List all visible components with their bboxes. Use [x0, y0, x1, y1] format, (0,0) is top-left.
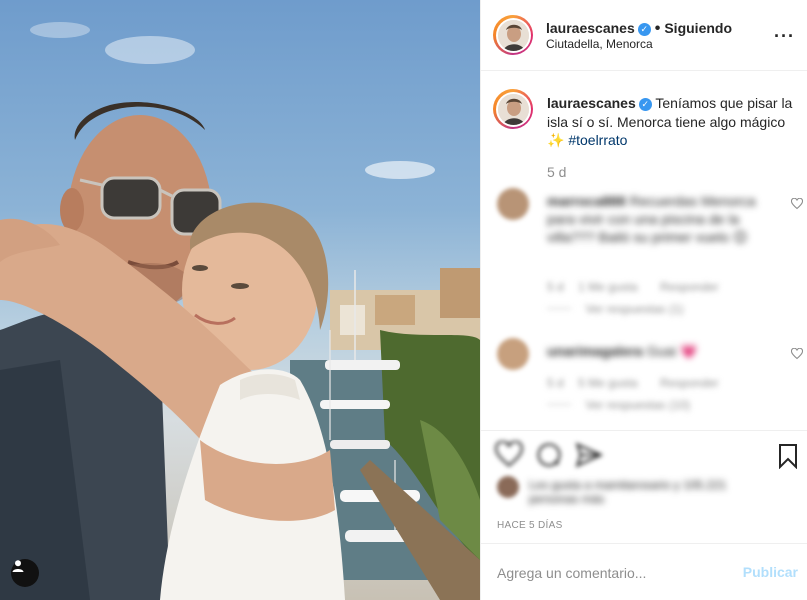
more-dots-icon[interactable]: ···	[774, 26, 795, 47]
post-location[interactable]: Ciutadella, Menorca	[546, 37, 653, 51]
user-icon	[12, 560, 24, 572]
comment-meta: 5 d 5 Me gusta Responder	[547, 374, 719, 392]
comment-time: 5 d	[547, 280, 564, 294]
post-caption: lauraescanes ✓ Teníamos que pisar la isla…	[547, 94, 799, 150]
add-comment-bar: Publicar	[481, 543, 807, 600]
likes-summary[interactable]: Les gusta a mamitarosario y 105.221 pers…	[529, 478, 729, 506]
view-replies-label[interactable]: Ver respuestas (1)	[585, 302, 683, 316]
comment-reply-button[interactable]: Responder	[660, 376, 719, 390]
hashtag-link[interactable]: #toelrrato	[568, 132, 627, 148]
avatar-image	[497, 19, 529, 51]
comment-reply-button[interactable]: Responder	[660, 280, 719, 294]
caption-username[interactable]: lauraescanes	[547, 95, 636, 111]
separator-dot: •	[654, 20, 661, 37]
verified-icon: ✓	[637, 23, 651, 36]
photo-illustration	[0, 22, 480, 600]
likes-text: Les gusta a mamitarosario y 105.221 pers…	[529, 478, 727, 506]
heart-icon[interactable]	[791, 348, 803, 360]
comment-body: unarimagalera Guai 💗	[547, 342, 769, 360]
comment-username[interactable]: unarimagalera	[547, 343, 643, 359]
author-username[interactable]: lauraescanes	[546, 20, 635, 36]
comment-text: Guai	[646, 343, 677, 359]
comment-avatar[interactable]	[497, 338, 529, 370]
comment-emoji: 💗	[680, 343, 698, 359]
post-photo[interactable]	[0, 0, 480, 600]
comment-avatar[interactable]	[497, 188, 529, 220]
post-details-panel: lauraescanes ✓ • Siguiendo Ciutadella, Meno…	[480, 0, 807, 600]
caption-author-avatar[interactable]	[493, 89, 533, 129]
avatar-image	[497, 93, 529, 125]
author-avatar[interactable]	[493, 15, 533, 55]
verified-icon: ✓	[638, 98, 652, 111]
comment-meta: 5 d 1 Me gusta Responder	[547, 278, 719, 296]
view-replies[interactable]: Ver respuestas (1)	[547, 300, 684, 318]
post-header: lauraescanes ✓ • Siguiendo Ciutadella, Meno…	[481, 0, 807, 71]
comment-emoji: 😊	[732, 229, 748, 245]
view-replies-label[interactable]: Ver respuestas (10)	[585, 398, 690, 412]
posted-time: HACE 5 DÍAS	[497, 520, 563, 531]
bookmark-icon[interactable]	[778, 443, 798, 469]
comment-time: 5 d	[547, 376, 564, 390]
caption-time-ago: 5 d	[547, 164, 567, 180]
comment-username[interactable]: marroca888	[547, 193, 626, 209]
comment-bubble-icon[interactable]	[535, 441, 563, 469]
like-heart-icon[interactable]	[495, 441, 523, 469]
comment-body: marroca888 Recuerdas Menorca para vivir …	[547, 192, 769, 246]
comment-likes[interactable]: 5 Me gusta	[578, 376, 637, 390]
post-actions	[481, 430, 807, 480]
liker-avatar[interactable]	[497, 476, 519, 498]
following-button[interactable]: Siguiendo	[664, 20, 732, 36]
comment-likes[interactable]: 1 Me gusta	[578, 280, 637, 294]
heart-icon[interactable]	[791, 198, 803, 210]
tagged-users-button[interactable]	[11, 559, 39, 587]
publish-button[interactable]: Publicar	[743, 564, 798, 580]
view-replies[interactable]: Ver respuestas (10)	[547, 396, 690, 414]
sparkles-emoji: ✨	[547, 132, 565, 148]
add-comment-input[interactable]	[497, 544, 732, 600]
share-icon[interactable]	[575, 441, 603, 469]
